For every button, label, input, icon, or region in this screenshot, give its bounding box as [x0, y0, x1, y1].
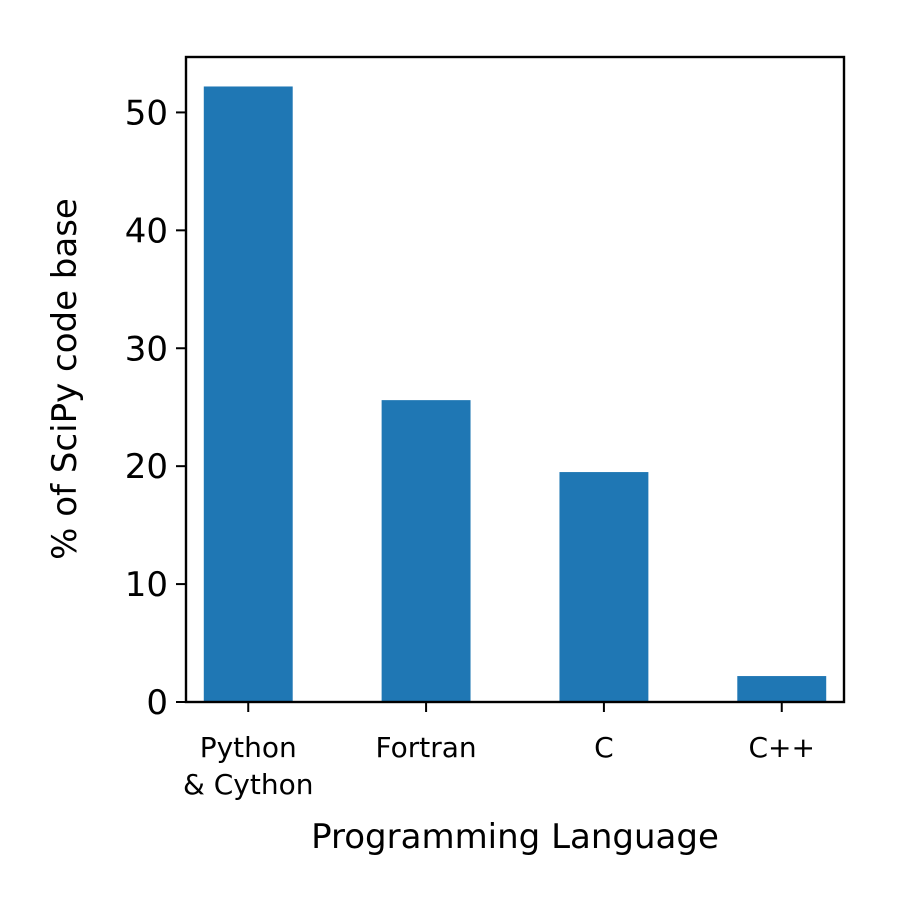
x-tick-label: C [594, 731, 614, 764]
y-tick-label: 20 [125, 447, 168, 487]
y-tick-label: 10 [125, 565, 168, 605]
bar [203, 86, 293, 702]
x-tick-label: Fortran [376, 731, 477, 764]
bar [381, 400, 471, 702]
y-axis-label: % of SciPy code base [45, 198, 85, 560]
y-tick-label: 30 [125, 329, 168, 369]
bar-chart: Python & Cython Fortran C C++ 0 10 20 30 40 50 Pr… [45, 55, 846, 857]
x-tick-label: C++ [749, 731, 815, 764]
x-axis-ticks: Python & Cython Fortran C C++ [183, 702, 815, 801]
y-tick-label: 40 [125, 211, 168, 251]
y-axis-ticks: 0 10 20 30 40 50 [125, 93, 186, 723]
y-tick-label: 50 [125, 93, 168, 133]
bar [737, 676, 827, 702]
y-tick-label: 0 [146, 683, 168, 723]
x-tick-label: Python & Cython [183, 731, 313, 801]
bars-group [203, 86, 827, 702]
bar [559, 472, 649, 702]
x-axis-label: Programming Language [311, 817, 719, 857]
